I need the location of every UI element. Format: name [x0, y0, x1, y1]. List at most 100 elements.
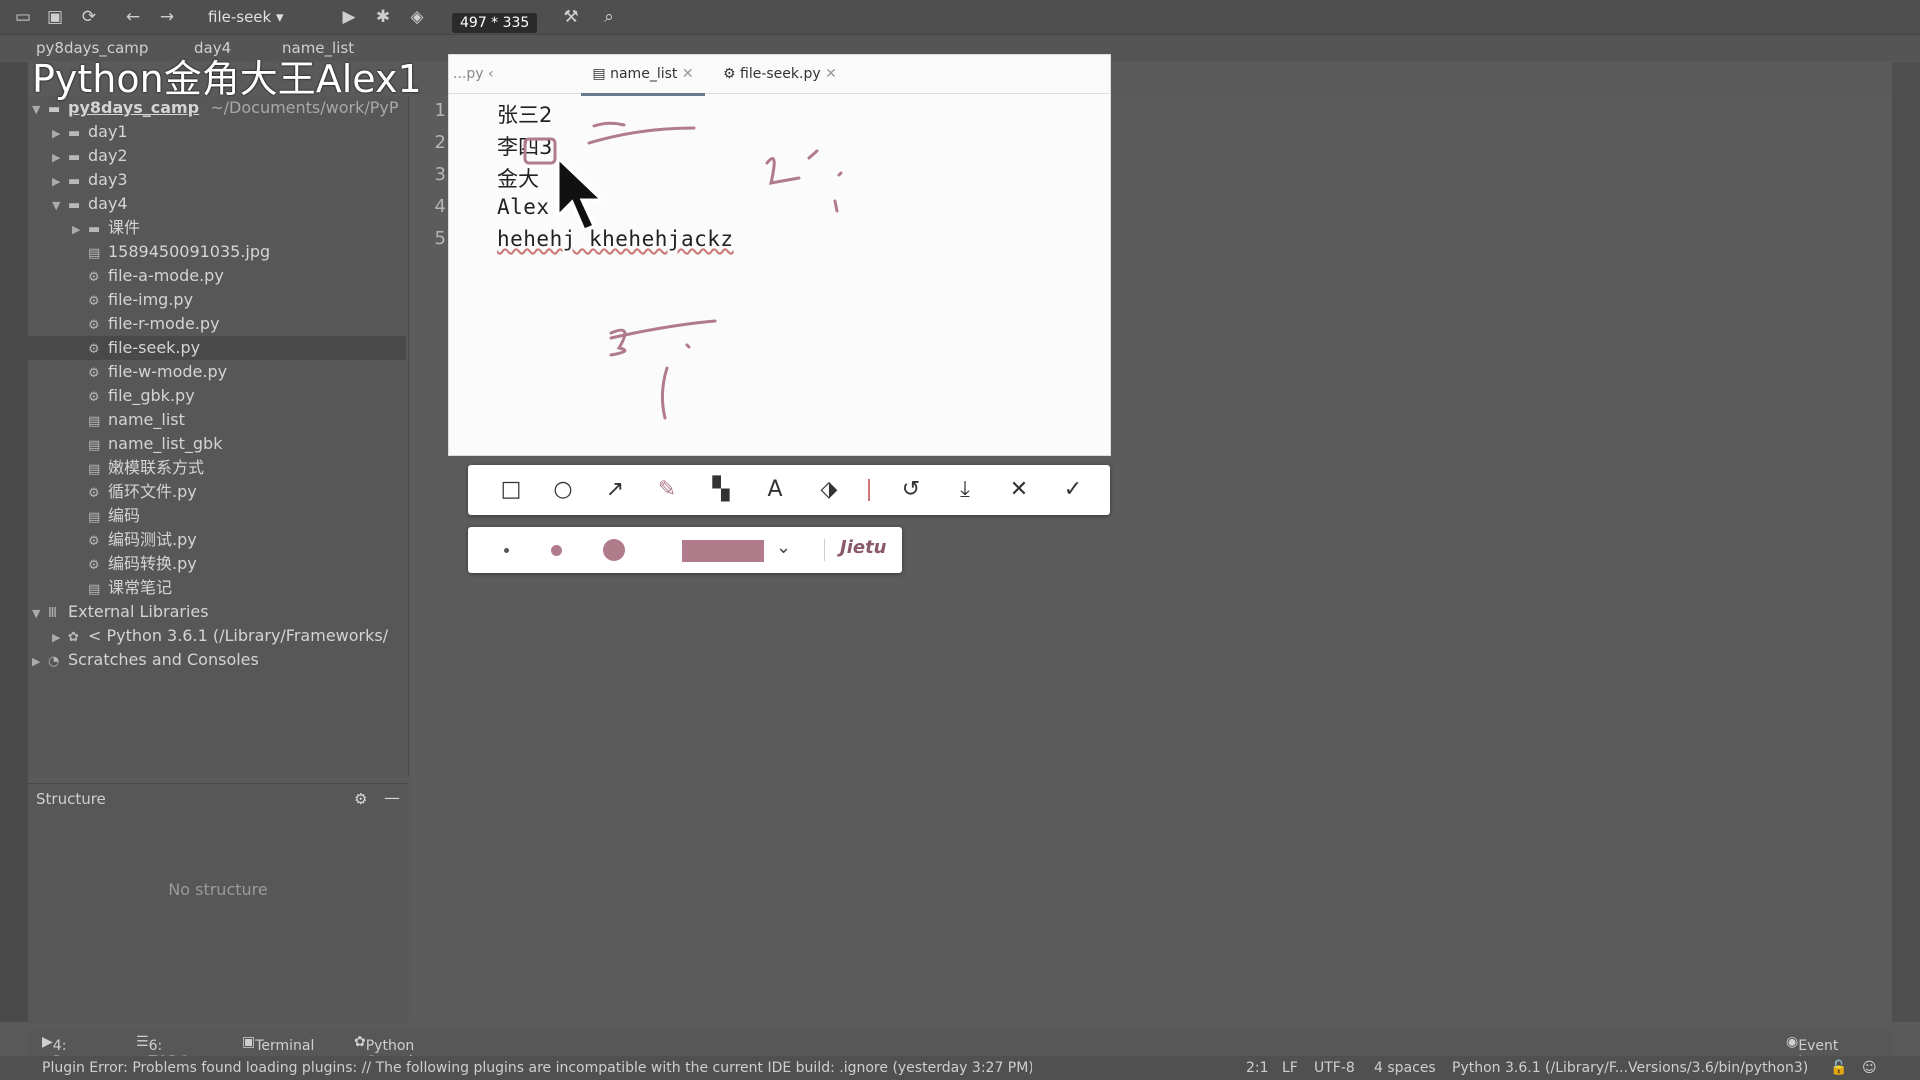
debug-icon[interactable]: ✱	[372, 6, 394, 28]
tree-item[interactable]: ⚙ file-img.py	[28, 288, 406, 312]
cursor-position[interactable]: 2:1	[1246, 1060, 1269, 1076]
tab-name-list[interactable]: ▤ name_list ✕	[581, 55, 705, 96]
scratches-label: Scratches and Consoles	[68, 650, 259, 669]
color-swatch[interactable]	[682, 540, 764, 562]
tree-item[interactable]: ▼ ▬ day4	[28, 192, 406, 216]
line-separator[interactable]: LF	[1282, 1060, 1298, 1076]
tree-item[interactable]: ⚙ 编码转换.py	[28, 552, 406, 576]
coverage-icon[interactable]: ◈	[406, 6, 428, 28]
structure-panel: Structure ⚙ — No structure	[28, 783, 408, 1024]
chevron-down-icon[interactable]: ▼	[52, 194, 68, 218]
text-icon[interactable]: A	[760, 475, 790, 505]
tree-item-label: 编码	[108, 506, 141, 525]
tree-item[interactable]: ▶ ▬ day2	[28, 144, 406, 168]
status-message[interactable]: Plugin Error: Problems found loading plu…	[42, 1060, 1032, 1076]
search-icon[interactable]: ⌕	[598, 6, 620, 28]
tab-run[interactable]: ▶ 4: Run	[42, 1034, 80, 1070]
tree-item[interactable]: ⚙ 编码测试.py	[28, 528, 406, 552]
wrench-icon[interactable]: ⚒	[560, 6, 582, 28]
no-structure-text: No structure	[168, 880, 268, 899]
tree-item[interactable]: ⚙ file-seek.py	[28, 336, 406, 360]
rectangle-icon[interactable]: □	[496, 475, 526, 505]
file-icon: ▤	[88, 510, 101, 525]
undo-icon[interactable]: ↺	[896, 475, 926, 505]
tag-icon[interactable]: ⬗	[814, 475, 844, 505]
pen-icon[interactable]: ✎	[652, 475, 682, 505]
chevron-right-icon[interactable]: ▶	[52, 146, 68, 170]
back-icon[interactable]: ←	[122, 6, 144, 28]
tree-item-label: file-seek.py	[108, 338, 201, 357]
save-icon[interactable]: ▣	[44, 6, 66, 28]
chevron-right-icon[interactable]: ▶	[52, 170, 68, 194]
tree-item[interactable]: ▶ ▬ day3	[28, 168, 406, 192]
gear-icon[interactable]: ⚙	[354, 790, 367, 808]
tree-item[interactable]: ▤ 嫩模联系方式	[28, 456, 406, 480]
chevron-right-icon[interactable]: ▶	[72, 218, 88, 242]
minimize-icon[interactable]: —	[384, 788, 400, 807]
folder-icon: ▬	[68, 126, 81, 141]
file-icon: ▤	[88, 462, 101, 477]
line-number-1: 1	[434, 100, 446, 121]
tab-todo[interactable]: ☰ 6: TODO	[136, 1034, 190, 1070]
tab-hidden[interactable]: ...py ‹	[453, 55, 494, 93]
python-sdk[interactable]: ▶ ✿ < Python 3.6.1 (/Library/Frameworks/	[52, 624, 388, 648]
tab-event-log[interactable]: ◉ Event Log	[1786, 1034, 1838, 1070]
external-libraries[interactable]: ▼ Ⅲ External Libraries	[32, 600, 209, 624]
screenshot-selection[interactable]: ...py ‹ ▤ name_list ✕ ⚙ file-seek.py ✕ 张…	[448, 54, 1111, 456]
close-icon[interactable]: ✕	[1004, 475, 1034, 505]
run-icon[interactable]: ▶	[338, 6, 360, 28]
folder-icon: ▬	[68, 198, 81, 213]
tree-item[interactable]: ⚙ file-r-mode.py	[28, 312, 406, 336]
tree-item[interactable]: ⚙ file-w-mode.py	[28, 360, 406, 384]
run-config-dropdown[interactable]: file-seek ▾	[208, 5, 320, 29]
chevron-right-icon[interactable]: ▶	[52, 122, 68, 146]
interpreter[interactable]: Python 3.6.1 (/Library/F...Versions/3.6/…	[1452, 1060, 1808, 1076]
tree-item-label: 1589450091035.jpg	[108, 242, 271, 261]
lock-icon[interactable]: 🔓	[1830, 1060, 1847, 1076]
tree-item-label: 课常笔记	[108, 578, 173, 597]
tree-item-label: 嫩模联系方式	[108, 458, 205, 477]
arrow-icon[interactable]: ↗	[600, 475, 630, 505]
tree-item[interactable]: ⚙ 循环文件.py	[28, 480, 406, 504]
tab-python-console[interactable]: ✿ Python Console	[354, 1034, 421, 1070]
folder-icon: ▬	[68, 174, 81, 189]
indent-setting[interactable]: 4 spaces	[1374, 1060, 1436, 1076]
tab-terminal[interactable]: ▣ Terminal	[242, 1034, 314, 1054]
pen-annotations	[523, 121, 843, 420]
tree-item-label: day1	[88, 122, 128, 141]
download-icon[interactable]: ⤓	[950, 475, 980, 505]
tree-item[interactable]: ▤ 课常笔记	[28, 576, 406, 600]
python-file-icon: ⚙	[88, 486, 100, 501]
tree-item[interactable]: ▤ name_list_gbk	[28, 432, 406, 456]
small-dot-icon[interactable]	[504, 548, 509, 553]
medium-dot-icon[interactable]	[551, 545, 562, 556]
run-config-label: file-seek	[208, 8, 272, 26]
tree-item[interactable]: ▶ ▬ 课件	[28, 216, 406, 240]
tab-file-seek[interactable]: ⚙ file-seek.py ✕	[723, 55, 837, 93]
check-icon[interactable]: ✓	[1058, 475, 1088, 505]
folder-icon: ▬	[68, 150, 81, 165]
file-icon: ▤	[88, 414, 101, 429]
tab-terminal-label: Terminal	[255, 1038, 315, 1054]
snip-toolbar: □ ○ ↗ ✎ ▚ A ⬗ ↺ ⤓ ✕ ✓	[468, 465, 1110, 515]
forward-icon[interactable]: →	[156, 6, 178, 28]
large-dot-icon[interactable]	[603, 539, 625, 561]
ellipse-icon[interactable]: ○	[548, 475, 578, 505]
tree-item-label: name_list_gbk	[108, 434, 223, 453]
file-icon: ▤	[88, 438, 101, 453]
mosaic-icon[interactable]: ▚	[706, 475, 736, 505]
inspector-icon[interactable]: ☺	[1862, 1060, 1877, 1076]
tree-item-label: file-w-mode.py	[108, 362, 228, 381]
chevron-down-icon[interactable]: ⌄	[776, 537, 791, 558]
mouse-cursor-icon	[556, 156, 606, 232]
file-encoding[interactable]: UTF-8	[1314, 1060, 1355, 1076]
tree-item[interactable]: ⚙ file_gbk.py	[28, 384, 406, 408]
tree-item[interactable]: ▤ name_list	[28, 408, 406, 432]
tree-item[interactable]: ▶ ▬ day1	[28, 120, 406, 144]
open-folder-icon[interactable]: ▭	[12, 6, 34, 28]
tree-item[interactable]: ⚙ file-a-mode.py	[28, 264, 406, 288]
scratches[interactable]: ▶ ◔ Scratches and Consoles	[32, 648, 259, 672]
tree-item[interactable]: ▤ 编码	[28, 504, 406, 528]
sync-icon[interactable]: ⟳	[78, 6, 100, 28]
tree-item[interactable]: ▤ 1589450091035.jpg	[28, 240, 406, 264]
